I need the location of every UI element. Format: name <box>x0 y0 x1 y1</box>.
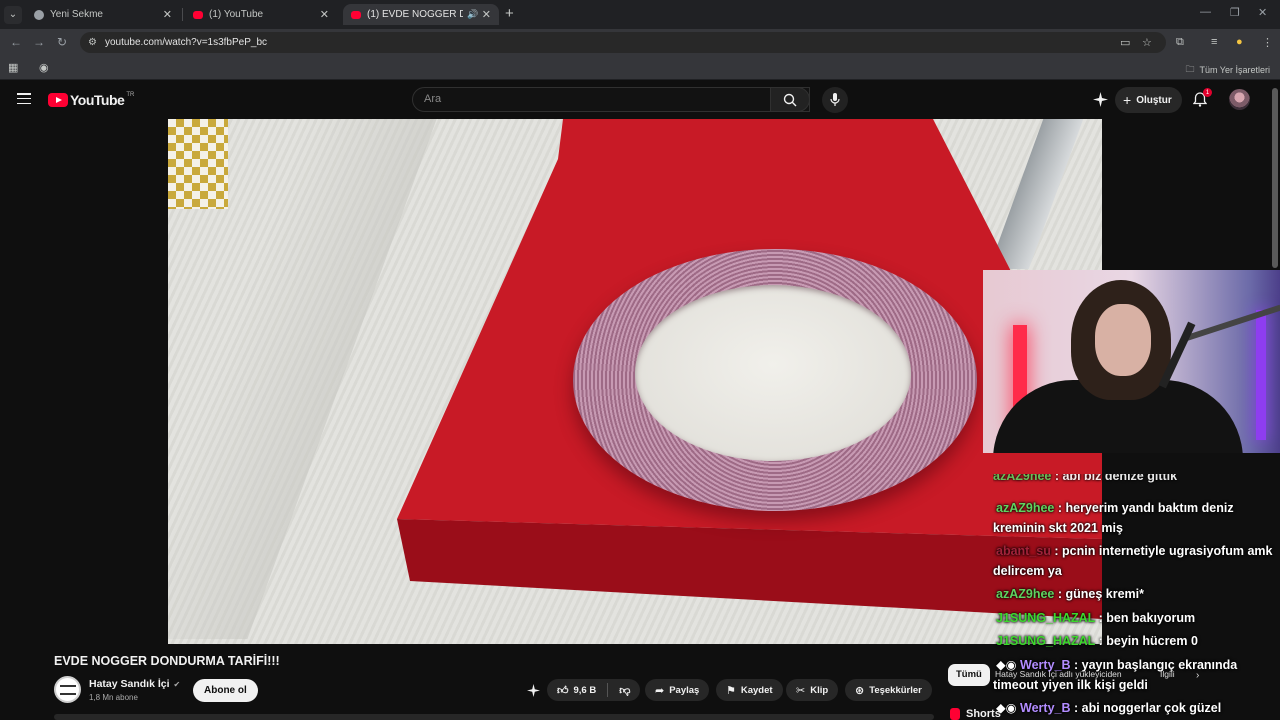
page-scrollbar[interactable] <box>1272 88 1278 268</box>
clip-button[interactable]: ✂ Klip <box>786 679 839 701</box>
ask-ai-sparkle-icon[interactable] <box>527 684 540 697</box>
microphone-icon <box>830 93 840 106</box>
chat-message-continued: delircem ya <box>993 564 1062 578</box>
thumbs-up-icon: 👍︎ <box>557 684 569 697</box>
profile-icon[interactable]: ● <box>1236 36 1243 48</box>
tab-active-video[interactable]: (1) EVDE NOGGER DONDU 🔊 ✕ <box>343 4 499 25</box>
bookmarks-bar: ▦ ◉ 🗀 Tüm Yer İşaretleri <box>0 56 1280 80</box>
dislike-button[interactable]: 👎︎ <box>619 684 630 697</box>
channel-name[interactable]: Hatay Sandık İçi ✔ <box>89 678 180 690</box>
channel-avatar[interactable] <box>54 676 81 703</box>
minimize-icon[interactable]: — <box>1200 6 1211 18</box>
all-bookmarks-button[interactable]: 🗀 Tüm Yer İşaretleri <box>1185 62 1270 78</box>
ai-sparkle-icon[interactable] <box>1093 92 1108 107</box>
scissors-icon: ✂ <box>796 684 806 697</box>
youtube-favicon-icon <box>351 10 361 19</box>
tab-close-icon[interactable]: ✕ <box>482 8 491 21</box>
bookmark-icon: ⚑ <box>726 684 736 697</box>
reload-icon[interactable]: ↻ <box>57 35 67 49</box>
divider <box>607 683 609 697</box>
menu-dots-icon[interactable]: ⋮ <box>1262 36 1273 49</box>
chat-message-continued: kreminin skt 2021 miş <box>993 521 1123 535</box>
plate-center <box>635 285 911 461</box>
save-button[interactable]: ⚑ Kaydet <box>716 679 783 701</box>
chip-uploader[interactable]: Hatay Sandık İçi adlı yükleyiciden <box>995 669 1122 679</box>
youtube-favicon-icon <box>193 10 203 19</box>
notification-badge: 1 <box>1203 88 1212 97</box>
youtube-wordmark: YouTube <box>70 92 125 108</box>
streamer-face <box>1095 304 1151 376</box>
video-title: EVDE NOGGER DONDURMA TARİFİ!!! <box>54 654 280 668</box>
thumbs-down-icon: 👎︎ <box>619 684 631 697</box>
chat-message: J1SUNG_HAZAL : ben bakıyorum <box>996 611 1196 625</box>
share-button[interactable]: ➦ Paylaş <box>645 679 710 701</box>
tab-close-icon[interactable]: ✕ <box>320 8 329 21</box>
tab-new-tab[interactable]: Yeni Sekme ✕ <box>26 4 180 25</box>
tab-separator <box>182 8 183 21</box>
tab-search-chevron-icon[interactable]: ⌄ <box>4 5 22 24</box>
like-button[interactable]: 👍︎ 9,6 B <box>557 684 596 697</box>
chevron-right-icon[interactable]: › <box>1196 670 1199 681</box>
plate <box>573 249 977 511</box>
like-dislike-group: 👍︎ 9,6 B 👎︎ <box>547 679 641 701</box>
voice-search-button[interactable] <box>822 87 848 113</box>
speaker-icon[interactable]: 🔊 <box>467 9 478 20</box>
url-omnibox[interactable]: ⚙ youtube.com/watch?v=1s3fbPeP_bc <box>80 32 1166 53</box>
restore-icon[interactable]: ❐ <box>1230 6 1240 19</box>
new-tab-plus-icon[interactable]: + <box>505 5 514 22</box>
subscribe-button[interactable]: Abone ol <box>193 679 258 702</box>
chat-message: azAZ9hee : güneş kremi* <box>996 587 1144 601</box>
chip-related[interactable]: İlgili <box>1160 669 1175 679</box>
youtube-logo[interactable]: YouTube TR <box>48 92 134 108</box>
youtube-play-icon <box>48 93 68 107</box>
apps-grid-icon[interactable]: ▦ <box>8 61 18 74</box>
verified-check-icon: ✔ <box>173 679 181 689</box>
shorts-icon <box>950 708 960 720</box>
create-button[interactable]: + Oluştur <box>1115 87 1182 113</box>
plus-icon: + <box>1123 92 1132 108</box>
hamburger-menu-icon[interactable] <box>17 93 31 104</box>
search-button[interactable] <box>770 87 810 112</box>
search-input[interactable]: Ara <box>412 87 810 112</box>
chat-message: ◆◉ Werty_B : abi noggerlar çok güzel <box>990 698 1280 718</box>
shorts-section-header: Shorts <box>950 708 1001 720</box>
thanks-button[interactable]: ⊛ Teşekkürler <box>845 679 932 701</box>
bookmark-star-icon[interactable]: ☆ <box>1142 36 1152 49</box>
account-avatar[interactable] <box>1229 89 1250 110</box>
tab-youtube[interactable]: (1) YouTube ✕ <box>185 4 337 25</box>
chrome-icon <box>34 9 44 20</box>
description-box-edge <box>54 714 934 720</box>
address-bar-row: ← → ↻ ⚙ youtube.com/watch?v=1s3fbPeP_bc … <box>0 29 1280 56</box>
reading-list-icon[interactable]: ≡ <box>1211 36 1217 48</box>
streamer-webcam <box>983 270 1280 453</box>
channel-logo-icon <box>59 684 76 695</box>
chip-all[interactable]: Tümü <box>948 664 990 686</box>
back-arrow-icon[interactable]: ← <box>10 35 22 49</box>
subscriber-count: 1,8 Mn abone <box>89 693 138 702</box>
forward-arrow-icon[interactable]: → <box>33 35 45 49</box>
chat-message: azAZ9hee : heryerim yandı baktım deniz <box>996 501 1234 515</box>
video-player[interactable] <box>168 119 1102 644</box>
chat-message: azAZ9hee : abi biz denize gittik <box>993 474 1178 483</box>
chat-message: abant_su : pcnin internetiyle ugrasiyofu… <box>996 544 1273 558</box>
folder-icon: 🗀 <box>1185 64 1195 74</box>
tab-close-icon[interactable]: ✕ <box>163 8 172 21</box>
window-close-icon[interactable]: ✕ <box>1258 6 1267 19</box>
search-icon <box>783 93 797 106</box>
wall-tiles <box>168 119 228 209</box>
extensions-puzzle-icon[interactable]: ⧉ <box>1176 36 1184 49</box>
globe-bookmark-icon[interactable]: ◉ <box>39 61 49 74</box>
site-info-icon[interactable]: ⚙ <box>88 37 97 48</box>
youtube-header: YouTube TR Ara + Oluştur 1 <box>0 81 1280 119</box>
cast-icon[interactable]: ▭ <box>1120 36 1130 49</box>
dollar-heart-icon: ⊛ <box>855 684 865 697</box>
browser-tab-bar: ⌄ Yeni Sekme ✕ (1) YouTube ✕ (1) EVDE NO… <box>0 0 1280 29</box>
chat-message: J1SUNG_HAZAL : beyin hücrem 0 <box>996 634 1198 648</box>
purple-light <box>1256 310 1266 440</box>
share-arrow-icon: ➦ <box>655 684 665 697</box>
